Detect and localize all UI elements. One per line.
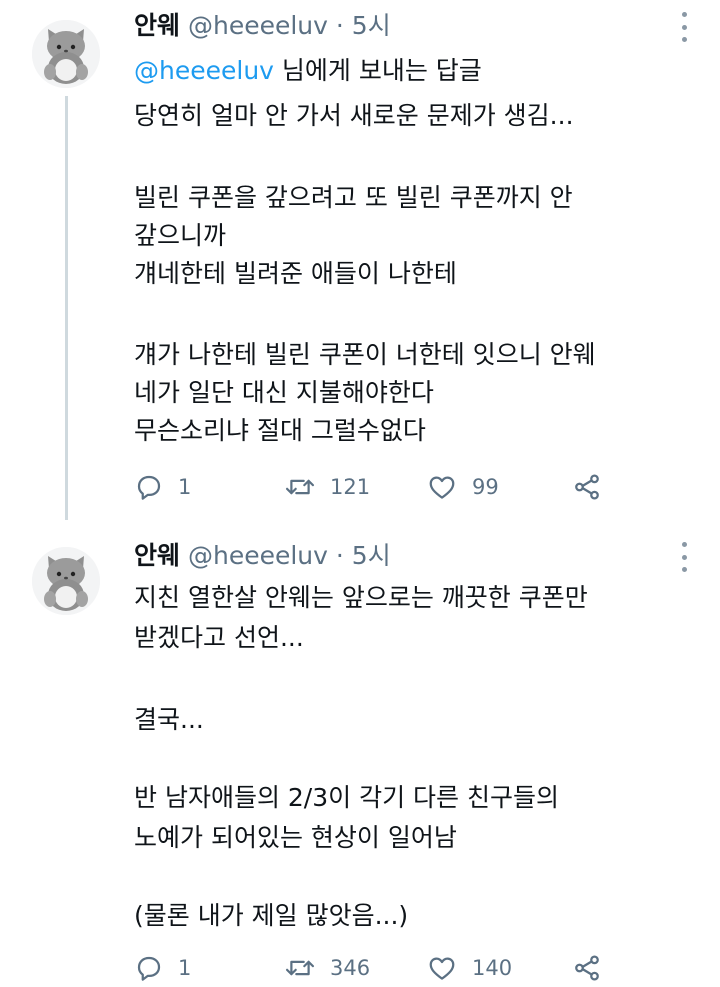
tweet-text-line: 받겠다고 선언... — [134, 623, 304, 652]
author-handle[interactable]: @heeeeluv — [188, 11, 328, 40]
separator-dot: · — [335, 541, 344, 570]
share-icon — [575, 474, 599, 500]
tweet-text-line: 걔가 나한테 빌린 쿠폰이 너한테 잇으니 안웨 — [134, 340, 596, 369]
tweet-header: 안웨 @heeeeluv · 5시 — [134, 540, 391, 572]
avatar[interactable] — [32, 20, 100, 88]
reply-button[interactable]: 1 — [134, 950, 191, 986]
like-count: 140 — [472, 956, 513, 980]
reply-button[interactable]: 1 — [134, 469, 191, 505]
timestamp[interactable]: 5시 — [352, 541, 391, 570]
tweet-text-line: 갚으니까 — [134, 221, 227, 250]
thread-line — [65, 96, 68, 520]
retweet-icon — [285, 479, 315, 495]
author-name[interactable]: 안웨 — [134, 11, 180, 40]
tweet-text-line: 반 남자애들의 2/3이 각기 다른 친구들의 — [134, 783, 559, 812]
tweet-text-line: 걔네한테 빌려준 애들이 나한테 — [134, 259, 457, 288]
reply-icon — [137, 956, 161, 981]
reply-context-text: 님에게 보내는 답글 — [273, 56, 482, 85]
tweet-actions: 1 121 99 — [134, 469, 604, 505]
tweet-text-line: 무슨소리냐 절대 그럴수없다 — [134, 416, 426, 445]
share-button[interactable] — [572, 469, 602, 505]
heart-icon — [429, 957, 455, 980]
share-button[interactable] — [572, 950, 602, 986]
tweet[interactable]: 안웨 @heeeeluv · 5시 @heeeeluv 님에게 보내는 답글 당… — [0, 0, 720, 520]
tweet-text-line: 노예가 되어있는 현상이 일어남 — [134, 823, 457, 852]
tweet-text-line: (물론 내가 제일 많앗음...) — [134, 901, 409, 930]
tweet-text-line: 빌린 쿠폰을 갚으려고 또 빌린 쿠폰까지 안 — [134, 183, 573, 212]
separator-dot: · — [335, 11, 344, 40]
heart-icon — [429, 476, 455, 499]
retweet-icon — [285, 960, 315, 976]
tweet-text-line: 결국... — [134, 705, 204, 734]
reply-count: 1 — [178, 956, 192, 980]
tweet-header: 안웨 @heeeeluv · 5시 — [134, 10, 391, 42]
author-handle[interactable]: @heeeeluv — [188, 541, 328, 570]
more-vertical-icon[interactable] — [678, 542, 690, 572]
timestamp[interactable]: 5시 — [352, 11, 391, 40]
share-icon — [575, 955, 599, 981]
avatar[interactable] — [32, 547, 100, 615]
more-vertical-icon[interactable] — [678, 12, 690, 42]
tweet-text-line: 지친 열한살 안웨는 앞으로는 깨끗한 쿠폰만 — [134, 583, 588, 612]
tweet-actions: 1 346 140 — [134, 950, 604, 986]
like-button[interactable]: 99 — [426, 469, 499, 505]
author-name[interactable]: 안웨 — [134, 541, 180, 570]
tweet-text-line: 네가 일단 대신 지불해야한다 — [134, 378, 434, 407]
retweet-count: 346 — [330, 956, 371, 980]
like-button[interactable]: 140 — [426, 950, 512, 986]
plush-cat-avatar-image — [32, 20, 100, 88]
tweet[interactable]: 안웨 @heeeeluv · 5시 지친 열한살 안웨는 앞으로는 깨끗한 쿠폰… — [0, 520, 720, 987]
plush-cat-avatar-image — [32, 547, 100, 615]
reply-mention-link[interactable]: @heeeeluv — [134, 56, 274, 85]
tweet-text-line: 당연히 얼마 안 가서 새로운 문제가 생김... — [134, 101, 574, 130]
retweet-count: 121 — [330, 475, 371, 499]
reply-count: 1 — [178, 475, 192, 499]
like-count: 99 — [472, 475, 499, 499]
retweet-button[interactable]: 121 — [284, 469, 370, 505]
reply-icon — [137, 475, 161, 500]
reply-context: @heeeeluv 님에게 보내는 답글 — [134, 55, 482, 87]
retweet-button[interactable]: 346 — [284, 950, 370, 986]
